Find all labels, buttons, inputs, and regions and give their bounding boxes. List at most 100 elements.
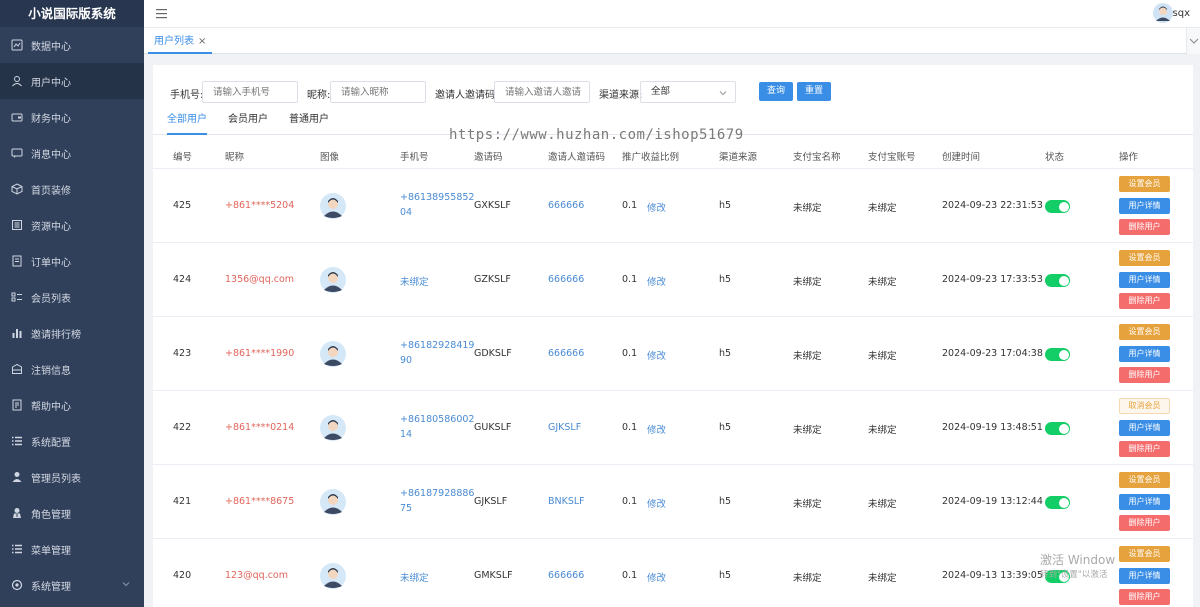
inviter-code[interactable]: 666666 xyxy=(548,348,584,359)
sidebar-item-10[interactable]: 注销信息 xyxy=(0,351,144,387)
nickname-label: 昵称: xyxy=(307,90,331,101)
cube-icon xyxy=(11,183,23,195)
modify-ratio-link[interactable]: 修改 xyxy=(647,200,666,214)
user-phone-line1[interactable]: +86187928886 xyxy=(400,488,474,499)
tab-all-users[interactable]: 全部用户 xyxy=(167,113,207,135)
inviter-code[interactable]: 666666 xyxy=(548,274,584,285)
modify-ratio-link[interactable]: 修改 xyxy=(647,422,666,436)
user-phone-line1[interactable]: +86182928419 xyxy=(400,340,474,351)
alipay-account: 未绑定 xyxy=(868,277,897,288)
user-phone-line2[interactable]: 75 xyxy=(400,503,412,514)
sidebar-item-13[interactable]: 管理员列表 xyxy=(0,459,144,495)
invite-code: GDKSLF xyxy=(474,348,512,359)
sidebar-item-label: 菜单管理 xyxy=(31,545,71,557)
modify-ratio-link[interactable]: 修改 xyxy=(647,274,666,288)
user-phone[interactable]: 未绑定 xyxy=(400,274,429,288)
status-toggle[interactable] xyxy=(1045,200,1070,213)
user-phone-line2[interactable]: 90 xyxy=(400,355,412,366)
sidebar-item-2[interactable]: 用户中心 xyxy=(0,63,144,99)
column-header: 支付宝名称 xyxy=(793,152,841,163)
sidebar-item-11[interactable]: 帮助中心 xyxy=(0,387,144,423)
sidebar-item-15[interactable]: 菜单管理 xyxy=(0,531,144,567)
channel-select-value: 全部 xyxy=(651,86,671,97)
user-nickname: +861****0214 xyxy=(225,422,295,433)
modify-ratio-link[interactable]: 修改 xyxy=(647,570,666,584)
sidebar-item-8[interactable]: 会员列表 xyxy=(0,279,144,315)
user-phone-line2[interactable]: 14 xyxy=(400,429,412,440)
phone-input[interactable] xyxy=(202,81,298,103)
status-toggle[interactable] xyxy=(1045,422,1070,435)
reset-button[interactable]: 重置 xyxy=(797,82,832,101)
user-detail-button[interactable]: 用户详情 xyxy=(1119,272,1170,288)
phone-label: 手机号: xyxy=(170,90,204,101)
user-phone-line1[interactable]: +86180586002 xyxy=(400,414,474,425)
set-member-button[interactable]: 设置会员 xyxy=(1119,472,1170,488)
table-row: 422 +861****0214 +86180586002 14 GUKSLF GJKSL… xyxy=(153,391,1193,465)
user-detail-button[interactable]: 用户详情 xyxy=(1119,198,1170,214)
windows-activation-title: 激活 Window xyxy=(1040,553,1116,567)
set-member-button[interactable]: 设置会员 xyxy=(1119,546,1170,562)
status-toggle[interactable] xyxy=(1045,274,1070,287)
delete-user-button[interactable]: 删除用户 xyxy=(1119,441,1170,457)
query-button[interactable]: 查询 xyxy=(759,82,794,101)
user-phone[interactable]: 未绑定 xyxy=(400,570,429,584)
table-row: 424 1356@qq.com 未绑定 GZKSLF 666666 0.1 修改 h5 未绑定 未… xyxy=(153,243,1193,317)
sidebar-item-7[interactable]: 订单中心 xyxy=(0,243,144,279)
username[interactable]: sqx xyxy=(1173,8,1190,19)
sidebar-item-1[interactable]: 数据中心 xyxy=(0,27,144,63)
column-header: 图像 xyxy=(320,152,340,163)
modify-ratio-link[interactable]: 修改 xyxy=(647,348,666,362)
sidebar-item-5[interactable]: 首页装修 xyxy=(0,171,144,207)
channel-select[interactable]: 全部 xyxy=(640,81,736,103)
sidebar-item-16[interactable]: 系统管理 xyxy=(0,567,144,603)
user-nickname: 1356@qq.com xyxy=(225,274,295,285)
sidebar-item-14[interactable]: 角色管理 xyxy=(0,495,144,531)
table-row: 420 123@qq.com 未绑定 GMKSLF 666666 0.1 修改 h5 未绑定 未绑… xyxy=(153,539,1193,607)
inviter-code[interactable]: BNKSLF xyxy=(548,496,585,507)
settings-icon xyxy=(11,579,23,591)
sidebar-item-9[interactable]: 邀请排行榜 xyxy=(0,315,144,351)
alipay-name: 未绑定 xyxy=(793,573,822,584)
table-row: 423 +861****1990 +86182928419 90 GDKSLF 66666… xyxy=(153,317,1193,391)
tab-normal-users[interactable]: 普通用户 xyxy=(289,113,329,135)
admin-icon xyxy=(11,471,23,483)
tabs-scroll-button[interactable] xyxy=(1186,28,1200,54)
inviter-code[interactable]: 666666 xyxy=(548,200,584,211)
main-panel: 手机号: 昵称: 邀请人邀请码: 渠道来源: 全部 查询 重置 全部用户 会员用… xyxy=(153,65,1193,607)
delete-user-button[interactable]: 删除用户 xyxy=(1119,219,1170,235)
user-detail-button[interactable]: 用户详情 xyxy=(1119,494,1170,510)
user-detail-button[interactable]: 用户详情 xyxy=(1119,346,1170,362)
user-detail-button[interactable]: 用户详情 xyxy=(1119,568,1170,584)
user-detail-button[interactable]: 用户详情 xyxy=(1119,420,1170,436)
sidebar-item-label: 帮助中心 xyxy=(31,401,71,413)
delete-user-button[interactable]: 删除用户 xyxy=(1119,515,1170,531)
table-row: 421 +861****8675 +86187928886 75 GJKSLF BNKSL… xyxy=(153,465,1193,539)
nickname-input[interactable] xyxy=(330,81,426,103)
status-toggle[interactable] xyxy=(1045,496,1070,509)
inviter-code[interactable]: 666666 xyxy=(548,570,584,581)
sidebar-item-12[interactable]: 系统配置 xyxy=(0,423,144,459)
hamburger-icon[interactable] xyxy=(156,7,169,20)
set-member-button[interactable]: 设置会员 xyxy=(1119,176,1170,192)
delete-user-button[interactable]: 删除用户 xyxy=(1119,589,1170,605)
status-toggle[interactable] xyxy=(1045,348,1070,361)
sidebar-item-label: 系统配置 xyxy=(31,437,71,449)
tab-user-list[interactable]: 用户列表 × xyxy=(148,32,213,54)
inviter-code[interactable]: GJKSLF xyxy=(548,422,581,433)
cancel-member-button[interactable]: 取消会员 xyxy=(1119,398,1170,414)
sidebar-item-3[interactable]: 财务中心 xyxy=(0,99,144,135)
sidebar-item-6[interactable]: 资源中心 xyxy=(0,207,144,243)
set-member-button[interactable]: 设置会员 xyxy=(1119,250,1170,266)
user-phone-line1[interactable]: +86138955852 xyxy=(400,192,474,203)
sidebar-item-4[interactable]: 消息中心 xyxy=(0,135,144,171)
delete-user-button[interactable]: 删除用户 xyxy=(1119,367,1170,383)
user-phone-line2[interactable]: 04 xyxy=(400,207,412,218)
filter-bar: 手机号: 昵称: 邀请人邀请码: 渠道来源: 全部 查询 重置 xyxy=(153,81,1193,103)
modify-ratio-link[interactable]: 修改 xyxy=(647,496,666,510)
tab-member-users[interactable]: 会员用户 xyxy=(228,113,268,135)
set-member-button[interactable]: 设置会员 xyxy=(1119,324,1170,340)
tab-close-icon[interactable]: × xyxy=(198,36,206,47)
delete-user-button[interactable]: 删除用户 xyxy=(1119,293,1170,309)
user-avatar-icon[interactable] xyxy=(1153,3,1173,23)
invite-code-input[interactable] xyxy=(494,81,590,103)
